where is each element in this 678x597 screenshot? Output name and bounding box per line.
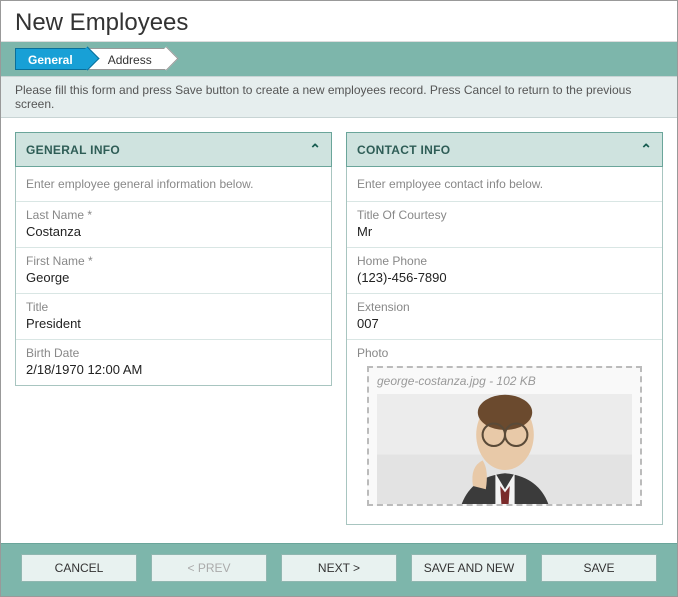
panel-title: GENERAL INFO [26, 143, 120, 157]
field-label: Photo [357, 346, 652, 360]
field-label: Birth Date [26, 346, 321, 360]
prev-button[interactable]: < PREV [151, 554, 267, 582]
first-name-input[interactable] [26, 270, 321, 285]
field-extension[interactable]: Extension [347, 294, 662, 340]
courtesy-input[interactable] [357, 224, 652, 239]
panel-hint: Enter employee contact info below. [347, 167, 662, 202]
save-button[interactable]: SAVE [541, 554, 657, 582]
chevron-up-icon[interactable]: ⌃ [640, 141, 652, 158]
panel-title: CONTACT INFO [357, 143, 450, 157]
field-first-name[interactable]: First Name * [16, 248, 331, 294]
panel-header-general[interactable]: GENERAL INFO ⌃ [15, 132, 332, 167]
field-label: First Name * [26, 254, 321, 268]
panel-body-contact: Enter employee contact info below. Title… [346, 167, 663, 525]
panel-hint: Enter employee general information below… [16, 167, 331, 202]
field-label: Title Of Courtesy [357, 208, 652, 222]
instruction-text: Please fill this form and press Save but… [1, 76, 677, 118]
field-home-phone[interactable]: Home Phone [347, 248, 662, 294]
photo-caption: george-costanza.jpg - 102 KB [377, 374, 632, 388]
save-and-new-button[interactable]: SAVE AND NEW [411, 554, 527, 582]
page-title: New Employees [15, 9, 663, 37]
footer-bar: CANCEL < PREV NEXT > SAVE AND NEW SAVE [1, 543, 677, 596]
photo-upload-box[interactable]: george-costanza.jpg - 102 KB [367, 366, 642, 506]
field-last-name[interactable]: Last Name * [16, 202, 331, 248]
field-label: Home Phone [357, 254, 652, 268]
field-label: Extension [357, 300, 652, 314]
content-area: GENERAL INFO ⌃ Enter employee general in… [1, 118, 677, 543]
next-button[interactable]: NEXT > [281, 554, 397, 582]
panel-header-contact[interactable]: CONTACT INFO ⌃ [346, 132, 663, 167]
extension-input[interactable] [357, 316, 652, 331]
tab-label: General [28, 53, 73, 67]
panel-general: GENERAL INFO ⌃ Enter employee general in… [15, 132, 332, 533]
field-title[interactable]: Title [16, 294, 331, 340]
photo-preview [377, 394, 632, 504]
header: New Employees [1, 1, 677, 41]
title-input[interactable] [26, 316, 321, 331]
cancel-button[interactable]: CANCEL [21, 554, 137, 582]
page-container: New Employees General Address Please fil… [0, 0, 678, 597]
chevron-up-icon[interactable]: ⌃ [309, 141, 321, 158]
field-label: Last Name * [26, 208, 321, 222]
birth-date-input[interactable] [26, 362, 321, 377]
field-label: Title [26, 300, 321, 314]
field-photo: Photo george-costanza.jpg - 102 KB [347, 340, 662, 524]
tab-label: Address [108, 53, 152, 67]
last-name-input[interactable] [26, 224, 321, 239]
tabs-bar: General Address [1, 41, 677, 76]
field-birth-date[interactable]: Birth Date [16, 340, 331, 385]
field-courtesy[interactable]: Title Of Courtesy [347, 202, 662, 248]
panel-body-general: Enter employee general information below… [15, 167, 332, 386]
tab-general[interactable]: General [15, 48, 87, 70]
home-phone-input[interactable] [357, 270, 652, 285]
person-icon [425, 394, 585, 504]
panel-contact: CONTACT INFO ⌃ Enter employee contact in… [346, 132, 663, 533]
